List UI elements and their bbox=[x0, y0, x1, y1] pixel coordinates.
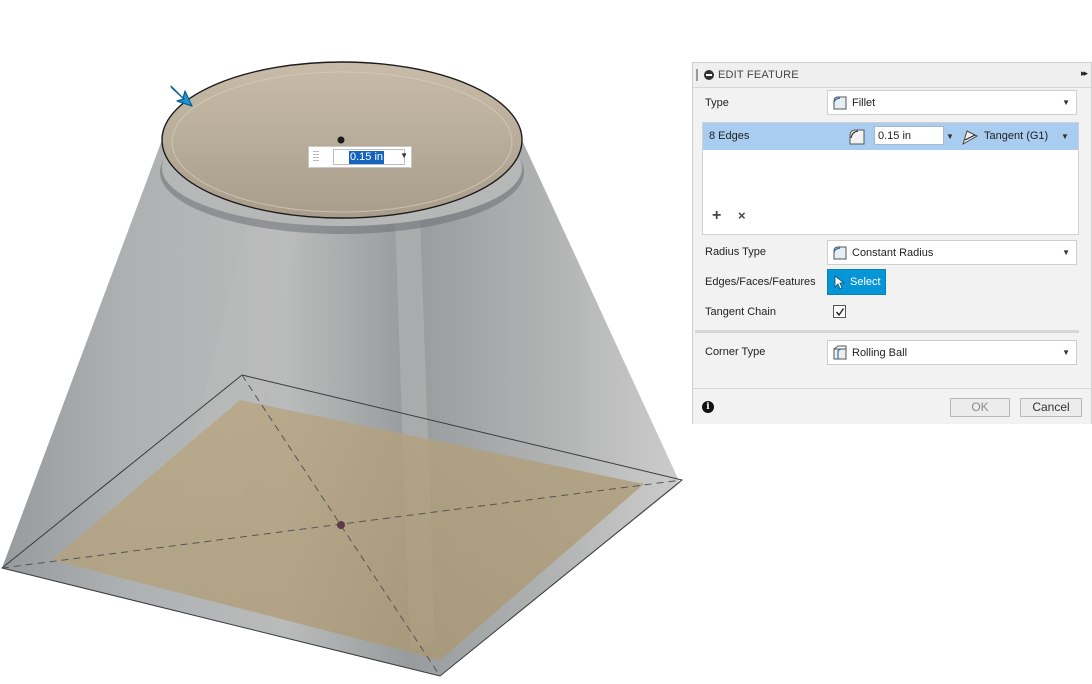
radius-icon bbox=[849, 129, 865, 145]
edge-radius-value: 0.15 in bbox=[878, 130, 912, 142]
tangent-chain-checkbox[interactable] bbox=[833, 305, 846, 318]
tangent-icon bbox=[962, 130, 979, 146]
chevron-down-icon[interactable]: ▼ bbox=[946, 132, 954, 141]
chevron-down-icon: ▼ bbox=[1062, 348, 1070, 357]
type-value: Fillet bbox=[852, 97, 876, 109]
edge-set-row[interactable]: 8 Edges 0.15 in ▼ Tangent (G1) ▼ bbox=[703, 123, 1078, 150]
chevron-down-icon[interactable]: ▼ bbox=[400, 151, 408, 160]
info-icon[interactable]: i bbox=[702, 401, 714, 413]
radius-manipulator-value: 0.15 in bbox=[349, 151, 385, 164]
add-icon[interactable]: + bbox=[712, 208, 721, 224]
corner-type-dropdown[interactable]: Rolling Ball ▼ bbox=[827, 340, 1077, 365]
corner-type-label: Corner Type bbox=[705, 346, 766, 358]
edge-selection-list[interactable]: 8 Edges 0.15 in ▼ Tangent (G1) ▼ + × bbox=[702, 122, 1079, 235]
radius-manipulator-input[interactable]: 0.15 in bbox=[333, 149, 405, 165]
dialog-title: EDIT FEATURE bbox=[718, 69, 799, 81]
radius-type-dropdown[interactable]: Constant Radius ▼ bbox=[827, 240, 1077, 265]
fillet-icon bbox=[833, 96, 847, 110]
radius-manipulator[interactable]: 0.15 in ▼ bbox=[308, 146, 412, 168]
chevron-down-icon: ▼ bbox=[1062, 248, 1070, 257]
rolling-ball-icon bbox=[833, 345, 847, 360]
corner-type-value: Rolling Ball bbox=[852, 347, 908, 359]
radius-type-value: Constant Radius bbox=[852, 247, 934, 259]
chevron-down-icon[interactable]: ▼ bbox=[1061, 132, 1069, 141]
select-button[interactable]: Select bbox=[827, 269, 886, 295]
remove-icon[interactable]: × bbox=[738, 209, 746, 223]
radius-type-label: Radius Type bbox=[705, 246, 766, 258]
collapse-icon[interactable] bbox=[704, 70, 714, 80]
edit-feature-dialog: EDIT FEATURE ▸▸ Type Fillet ▼ 8 Edges 0.… bbox=[692, 62, 1092, 424]
chevron-down-icon: ▼ bbox=[1062, 98, 1070, 107]
expand-icon[interactable]: ▸▸ bbox=[1081, 68, 1088, 79]
ok-button[interactable]: OK bbox=[950, 398, 1010, 417]
drag-grip-icon[interactable] bbox=[696, 69, 698, 81]
type-dropdown[interactable]: Fillet ▼ bbox=[827, 90, 1077, 115]
fillet-drag-arrow-icon[interactable] bbox=[170, 85, 193, 107]
tangent-chain-label: Tangent Chain bbox=[705, 306, 776, 318]
top-face[interactable] bbox=[161, 61, 523, 219]
continuity-value[interactable]: Tangent (G1) bbox=[984, 130, 1048, 142]
constant-radius-icon bbox=[833, 246, 847, 260]
cancel-button[interactable]: Cancel bbox=[1020, 398, 1082, 417]
select-button-label: Select bbox=[850, 276, 881, 288]
edge-set-label: 8 Edges bbox=[709, 130, 750, 142]
section-divider bbox=[695, 330, 1079, 333]
drag-grip-icon[interactable] bbox=[313, 151, 319, 163]
checkmark-icon bbox=[835, 308, 845, 317]
dialog-footer: i OK Cancel bbox=[693, 388, 1091, 424]
type-label: Type bbox=[705, 97, 729, 109]
dialog-header[interactable]: EDIT FEATURE ▸▸ bbox=[693, 63, 1091, 88]
cursor-arrow-icon bbox=[834, 275, 846, 290]
edges-faces-features-label: Edges/Faces/Features bbox=[705, 276, 816, 288]
edge-radius-input[interactable]: 0.15 in bbox=[874, 126, 944, 145]
